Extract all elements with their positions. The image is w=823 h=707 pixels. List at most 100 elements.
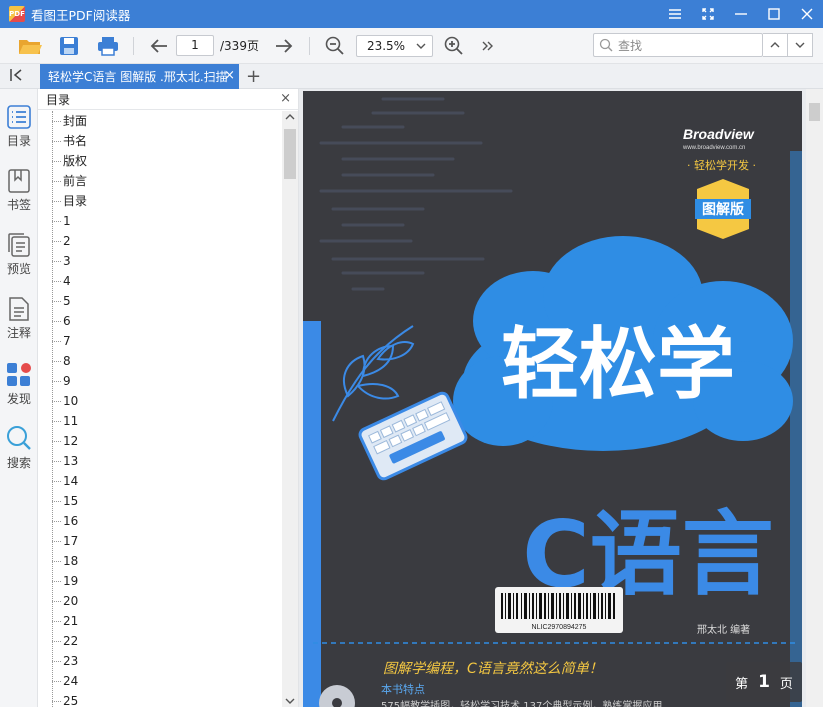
double-chevron-right-icon	[482, 41, 493, 50]
outline-item[interactable]: 24	[38, 671, 283, 691]
outline-item[interactable]: 1	[38, 211, 283, 231]
search-placeholder: 查找	[618, 38, 643, 53]
outline-item[interactable]: 25	[38, 691, 283, 707]
outline-item[interactable]: 11	[38, 411, 283, 431]
fullscreen-button[interactable]	[691, 0, 724, 28]
book-cover-image: Broadview www.broadview.com.cn · 轻松学开发 ·…	[303, 97, 802, 707]
outline-close-icon[interactable]: ×	[280, 91, 291, 106]
document-scrollbar[interactable]	[806, 89, 823, 707]
page-total-label: /339页	[220, 39, 259, 53]
page-indicator-suffix: 页	[779, 676, 793, 692]
more-tools-button[interactable]	[471, 31, 505, 61]
sidebar-item-bookmarks[interactable]: 书签	[0, 169, 38, 229]
outline-item[interactable]: 15	[38, 491, 283, 511]
outline-title: 目录	[46, 92, 71, 107]
sidebar-item-discover[interactable]: 发现	[0, 361, 38, 421]
outline-item[interactable]: 16	[38, 511, 283, 531]
maximize-button[interactable]	[757, 0, 790, 28]
sidebar-item-label: 注释	[6, 326, 31, 340]
menu-button[interactable]	[658, 0, 691, 28]
hamburger-icon	[668, 9, 681, 19]
collapse-left-icon	[10, 69, 22, 81]
bookmark-icon	[8, 169, 30, 193]
sidebar-item-thumbnails[interactable]: 预览	[0, 233, 38, 293]
outline-item[interactable]: 书名	[38, 131, 283, 151]
search-prev-button[interactable]	[763, 33, 788, 57]
outline-item[interactable]: 前言	[38, 171, 283, 191]
zoom-out-icon	[325, 36, 344, 55]
features-title: 本书特点	[381, 682, 425, 696]
collapse-sidebar-button[interactable]	[9, 68, 25, 85]
outline-item[interactable]: 10	[38, 391, 283, 411]
outline-item[interactable]: 封面	[38, 111, 283, 131]
series-label: · 轻松学开发 ·	[687, 158, 756, 172]
sidebar-item-label: 搜索	[6, 456, 31, 470]
publisher-url: www.broadview.com.cn	[682, 145, 745, 151]
document-tab[interactable]: 轻松学C语言 图解版 .邢太北.扫描 ×	[40, 64, 239, 89]
chevron-down-icon	[795, 42, 805, 48]
new-tab-button[interactable]: +	[246, 66, 261, 87]
tab-label: 轻松学C语言 图解版 .邢太北.扫描	[48, 70, 228, 84]
sidebar-item-label: 目录	[6, 134, 31, 148]
outline-item[interactable]: 目录	[38, 191, 283, 211]
outline-item[interactable]: 2	[38, 231, 283, 251]
outline-scrollbar[interactable]	[282, 111, 298, 707]
tab-close-icon[interactable]: ×	[224, 68, 235, 83]
print-button[interactable]	[91, 31, 125, 61]
outline-item[interactable]: 19	[38, 571, 283, 591]
outline-item[interactable]: 20	[38, 591, 283, 611]
scroll-down-icon[interactable]	[285, 697, 295, 705]
outline-item[interactable]: 9	[38, 371, 283, 391]
save-icon	[60, 36, 78, 55]
sidebar-item-label: 预览	[6, 262, 31, 276]
barcode-number: NLIC2970894275	[532, 624, 587, 631]
slogan: 图解学编程，C语言竟然这么简单！	[383, 661, 603, 677]
search-icon	[599, 38, 613, 52]
maximize-icon	[767, 8, 780, 20]
outline-item[interactable]: 21	[38, 611, 283, 631]
prev-page-button[interactable]	[142, 31, 176, 61]
page-number-input[interactable]: 1	[176, 35, 214, 56]
open-file-button[interactable]	[13, 31, 47, 61]
toolbar: 1 /339页 23.5% 查找	[0, 28, 823, 64]
zoom-in-button[interactable]	[437, 31, 471, 61]
features-line: 575幅教学插图，轻松学习技术 137个典型示例，熟练掌握应用	[381, 699, 662, 707]
minimize-button[interactable]	[724, 0, 757, 28]
outline-item[interactable]: 5	[38, 291, 283, 311]
zoom-select[interactable]: 23.5%	[355, 34, 433, 57]
zoom-out-button[interactable]	[318, 31, 352, 61]
outline-item[interactable]: 8	[38, 351, 283, 371]
outline-item[interactable]: 6	[38, 311, 283, 331]
pdf-page: Broadview www.broadview.com.cn · 轻松学开发 ·…	[303, 91, 802, 707]
window-controls	[658, 0, 823, 28]
search-next-button[interactable]	[788, 33, 813, 57]
toolbar-divider	[308, 36, 310, 55]
page-indicator-number: 1	[758, 672, 770, 692]
edition-badge: 图解版	[702, 201, 744, 218]
outline-item[interactable]: 版权	[38, 151, 283, 171]
thumbnails-icon	[8, 233, 30, 257]
publisher-logo: Broadview	[683, 126, 755, 142]
search-input[interactable]: 查找	[593, 33, 763, 57]
outline-item[interactable]: 12	[38, 431, 283, 451]
outline-item[interactable]: 4	[38, 271, 283, 291]
sidebar-item-annotations[interactable]: 注释	[0, 297, 38, 357]
outline-item[interactable]: 22	[38, 631, 283, 651]
scrollbar-thumb[interactable]	[284, 129, 296, 179]
outline-item[interactable]: 18	[38, 551, 283, 571]
outline-item[interactable]: 3	[38, 251, 283, 271]
document-view[interactable]: Broadview www.broadview.com.cn · 轻松学开发 ·…	[299, 89, 823, 707]
close-window-button[interactable]	[790, 0, 823, 28]
discover-icon	[7, 363, 31, 386]
sidebar-item-outline[interactable]: 目录	[0, 105, 38, 165]
scrollbar-thumb[interactable]	[809, 103, 820, 121]
sidebar-item-search[interactable]: 搜索	[0, 425, 38, 485]
outline-item[interactable]: 13	[38, 451, 283, 471]
outline-item[interactable]: 14	[38, 471, 283, 491]
next-page-button[interactable]	[267, 31, 301, 61]
outline-item[interactable]: 23	[38, 651, 283, 671]
scroll-up-icon[interactable]	[285, 113, 295, 121]
outline-item[interactable]: 17	[38, 531, 283, 551]
outline-item[interactable]: 7	[38, 331, 283, 351]
save-button[interactable]	[52, 31, 86, 61]
